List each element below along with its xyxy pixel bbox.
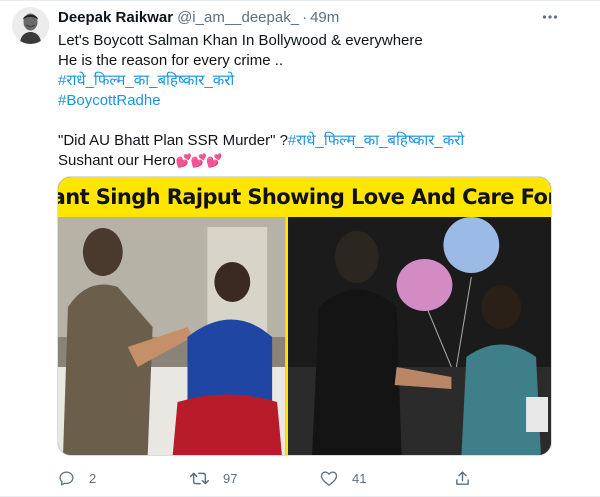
more-options-button[interactable] [538,7,562,27]
tweet-line: Sushant our Hero💕💕💕 [58,151,578,171]
share-icon [456,470,469,485]
separator-dot: · [302,8,308,26]
media-photo [58,217,551,455]
tweet-actions: 2 97 41 [58,466,578,490]
retweet-button[interactable]: 97 [190,466,237,490]
like-button[interactable]: 41 [320,466,366,490]
author-handle[interactable]: @i_am__deepak_ [177,9,299,26]
reply-icon [59,470,74,486]
hero-text: Sushant our Hero [58,152,176,169]
tweet-text: Let's Boycott Salman Khan In Bollywood &… [58,31,578,171]
tweet-line: "Did AU Bhatt Plan SSR Murder" ?#राधे_फि… [58,131,578,151]
reply-button[interactable]: 2 [58,466,96,490]
retweet-icon [190,472,209,484]
share-button[interactable] [454,466,471,490]
tweet-card[interactable]: Deepak Raikwar @i_am__deepak_ · 49m Let'… [0,0,600,497]
timestamp[interactable]: 49m [310,9,339,26]
media-banner: Sushant Singh Rajput Showing Love And Ca… [58,177,551,217]
quote-text: "Did AU Bhatt Plan SSR Murder" ? [58,132,288,149]
heart-icon [320,470,338,486]
tweet-line: Let's Boycott Salman Khan In Bollywood &… [58,32,423,49]
author-name[interactable]: Deepak Raikwar [58,9,173,26]
tweet-line: He is the reason for every crime .. [58,52,284,69]
hearts-emoji: 💕💕💕 [175,153,223,168]
hashtag-link[interactable]: #BoycottRadhe [58,91,578,111]
tweet-header: Deepak Raikwar @i_am__deepak_ · 49m [58,7,339,27]
retweet-count: 97 [223,470,238,486]
hashtag-link[interactable]: #राधे_फिल्म_का_बहिष्कार_करो [288,132,464,149]
more-horizontal-icon [542,15,558,19]
hashtag-link[interactable]: #राधे_फिल्म_का_बहिष्कार_करो [58,71,578,91]
reply-count: 2 [89,470,97,486]
tweet-media[interactable]: Sushant Singh Rajput Showing Love And Ca… [57,176,552,456]
like-count: 41 [352,470,367,486]
avatar[interactable] [12,7,49,44]
